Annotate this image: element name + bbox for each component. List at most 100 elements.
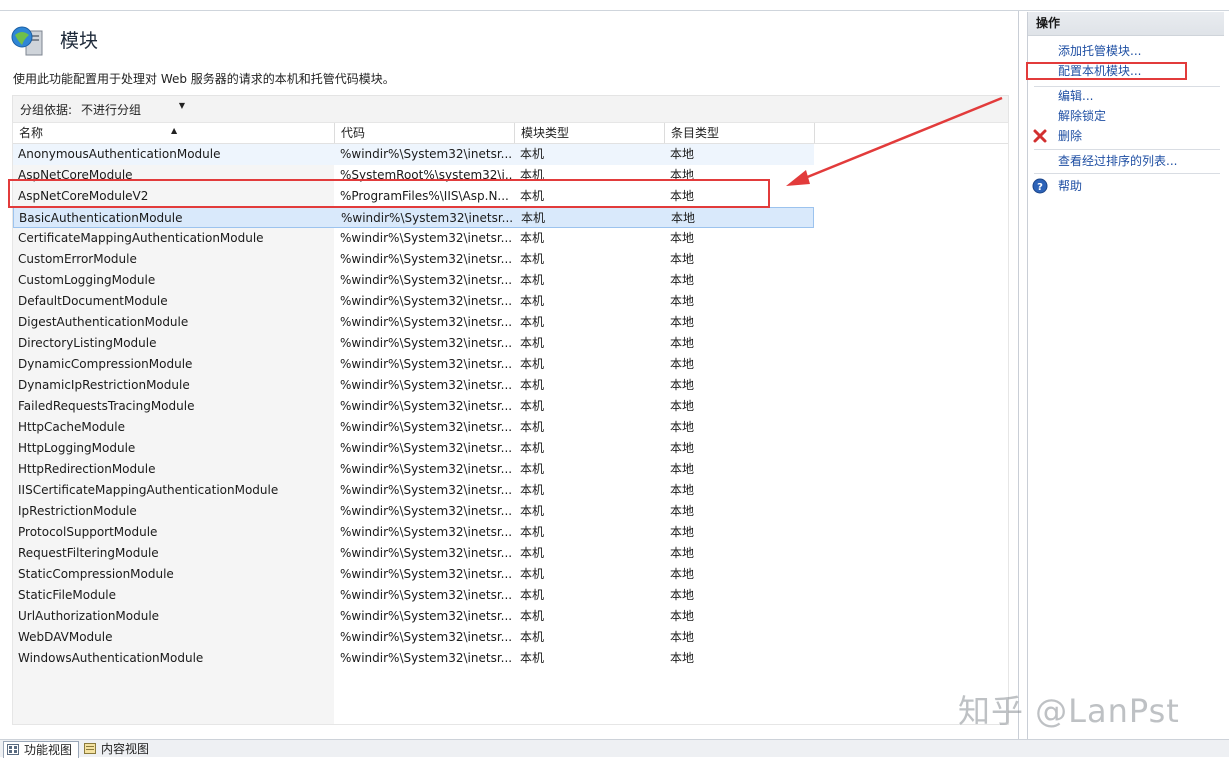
column-header-module-type-label: 模块类型 [521, 126, 570, 140]
module-code-cell: %windir%\System32\inetsr... [340, 483, 512, 497]
module-code-cell: %windir%\System32\inetsr... [340, 462, 512, 476]
table-row[interactable]: HttpCacheModule %windir%\System32\inetsr.… [13, 417, 814, 438]
table-row[interactable]: CustomErrorModule %windir%\System32\inets… [13, 249, 814, 270]
table-row[interactable]: HttpRedirectionModule %windir%\System32\i… [13, 459, 814, 480]
entry-type-cell: 本地 [670, 525, 695, 539]
module-type-cell: 本机 [520, 462, 545, 476]
group-by-bar: 分组依据: 不进行分组 ▼ [12, 95, 1009, 123]
table-row[interactable]: DirectoryListingModule %windir%\System32\… [13, 333, 814, 354]
module-type-cell: 本机 [520, 588, 545, 602]
add-managed-module-link[interactable]: 添加托管模块... [1058, 42, 1141, 60]
table-row[interactable]: IpRestrictionModule %windir%\System32\ine… [13, 501, 814, 522]
sort-ascending-icon: ▲ [171, 126, 178, 135]
delete-x-icon [1033, 129, 1047, 143]
module-code-cell: %windir%\System32\inetsr... [340, 315, 512, 329]
svg-text:?: ? [1037, 182, 1043, 193]
tab-content-view[interactable]: 内容视图 [81, 741, 171, 757]
entry-type-cell: 本地 [670, 567, 695, 581]
module-name-cell: ProtocolSupportModule [18, 525, 158, 539]
table-row[interactable]: IISCertificateMappingAuthenticationModul… [13, 480, 814, 501]
table-row[interactable]: BasicAuthenticationModule %windir%\System… [13, 207, 814, 228]
table-row[interactable]: WindowsAuthenticationModule %windir%\Syst… [13, 648, 814, 669]
entry-type-cell: 本地 [670, 336, 695, 350]
view-ordered-list-link[interactable]: 查看经过排序的列表... [1058, 152, 1177, 170]
module-name-cell: IISCertificateMappingAuthenticationModul… [18, 483, 279, 497]
module-name-cell: DynamicCompressionModule [18, 357, 193, 371]
module-code-cell: %windir%\System32\inetsr... [340, 420, 512, 434]
actions-separator [1034, 149, 1220, 150]
actions-pane: 操作 添加托管模块... 配置本机模块... 编辑... 解除锁定 删除 查看经… [1027, 12, 1224, 739]
tab-features-view-label: 功能视图 [24, 743, 73, 757]
delete-link[interactable]: 删除 [1058, 127, 1082, 145]
entry-type-cell: 本地 [670, 315, 695, 329]
table-header: 名称 ▲ 代码 模块类型 条目类型 [13, 123, 1008, 144]
module-name-cell: BasicAuthenticationModule [19, 211, 183, 225]
column-header-code[interactable]: 代码 [335, 123, 515, 143]
table-row[interactable]: UrlAuthorizationModule %windir%\System32\… [13, 606, 814, 627]
column-header-code-label: 代码 [341, 126, 366, 140]
tab-content-view-label: 内容视图 [101, 742, 150, 756]
module-code-cell: %windir%\System32\inetsr... [340, 273, 512, 287]
entry-type-cell: 本地 [670, 546, 695, 560]
module-name-cell: DynamicIpRestrictionModule [18, 378, 190, 392]
module-code-cell: %windir%\System32\inetsr... [340, 525, 512, 539]
module-name-cell: IpRestrictionModule [18, 504, 137, 518]
table-row[interactable]: AnonymousAuthenticationModule %windir%\Sy… [13, 144, 814, 165]
module-name-cell: WindowsAuthenticationModule [18, 651, 204, 665]
page-description: 使用此功能配置用于处理对 Web 服务器的请求的本机和托管代码模块。 [13, 72, 395, 86]
table-row[interactable]: HttpLoggingModule %windir%\System32\inets… [13, 438, 814, 459]
content-view-icon [84, 743, 96, 754]
edit-link[interactable]: 编辑... [1058, 87, 1093, 105]
entry-type-cell: 本地 [670, 357, 695, 371]
module-type-cell: 本机 [520, 651, 545, 665]
module-name-cell: CustomLoggingModule [18, 273, 156, 287]
module-name-cell: CustomErrorModule [18, 252, 137, 266]
modules-table: 名称 ▲ 代码 模块类型 条目类型 AnonymousAuthenticatio… [12, 122, 1009, 725]
table-row[interactable]: WebDAVModule %windir%\System32\inetsr... 本… [13, 627, 814, 648]
table-row[interactable]: RequestFilteringModule %windir%\System32\… [13, 543, 814, 564]
entry-type-cell: 本地 [670, 252, 695, 266]
module-type-cell: 本机 [520, 147, 545, 161]
column-header-entry-type[interactable]: 条目类型 [665, 123, 815, 143]
group-by-select[interactable]: 不进行分组 ▼ [79, 98, 191, 118]
help-link[interactable]: 帮助 [1058, 177, 1082, 195]
unlock-link[interactable]: 解除锁定 [1058, 107, 1106, 125]
table-row[interactable]: DynamicCompressionModule %windir%\System3… [13, 354, 814, 375]
features-view-icon [7, 744, 19, 755]
column-header-name[interactable]: 名称 ▲ [13, 123, 335, 143]
table-row[interactable]: DigestAuthenticationModule %windir%\Syste… [13, 312, 814, 333]
entry-type-cell: 本地 [670, 147, 695, 161]
module-type-cell: 本机 [520, 546, 545, 560]
entry-type-cell: 本地 [670, 609, 695, 623]
entry-type-cell: 本地 [671, 211, 696, 225]
tab-features-view[interactable]: 功能视图 [3, 741, 79, 758]
module-type-cell: 本机 [520, 525, 545, 539]
table-row[interactable]: CustomLoggingModule %windir%\System32\ine… [13, 270, 814, 291]
module-type-cell: 本机 [520, 441, 545, 455]
module-name-cell: HttpLoggingModule [18, 441, 136, 455]
module-code-cell: %windir%\System32\inetsr... [340, 378, 512, 392]
entry-type-cell: 本地 [670, 420, 695, 434]
module-type-cell: 本机 [520, 378, 545, 392]
module-type-cell: 本机 [520, 420, 545, 434]
table-row[interactable]: StaticFileModule %windir%\System32\inetsr… [13, 585, 814, 606]
help-icon: ? [1032, 178, 1048, 194]
column-header-module-type[interactable]: 模块类型 [515, 123, 665, 143]
module-name-cell: RequestFilteringModule [18, 546, 159, 560]
window-top-edge [0, 0, 1229, 11]
entry-type-cell: 本地 [670, 462, 695, 476]
module-type-cell: 本机 [521, 211, 546, 225]
module-code-cell: %windir%\System32\inetsr... [340, 546, 512, 560]
table-row[interactable]: FailedRequestsTracingModule %windir%\Syst… [13, 396, 814, 417]
table-row[interactable]: DynamicIpRestrictionModule %windir%\Syste… [13, 375, 814, 396]
entry-type-cell: 本地 [670, 588, 695, 602]
entry-type-cell: 本地 [670, 231, 695, 245]
table-row[interactable]: ProtocolSupportModule %windir%\System32\i… [13, 522, 814, 543]
module-code-cell: %windir%\System32\inetsr... [340, 609, 512, 623]
table-row[interactable]: CertificateMappingAuthenticationModule %w… [13, 228, 814, 249]
modules-icon [11, 26, 43, 56]
chevron-down-icon: ▼ [178, 101, 185, 110]
table-row[interactable]: DefaultDocumentModule %windir%\System32\i… [13, 291, 814, 312]
table-row[interactable]: StaticCompressionModule %windir%\System32… [13, 564, 814, 585]
group-by-label: 分组依据: [20, 103, 73, 117]
